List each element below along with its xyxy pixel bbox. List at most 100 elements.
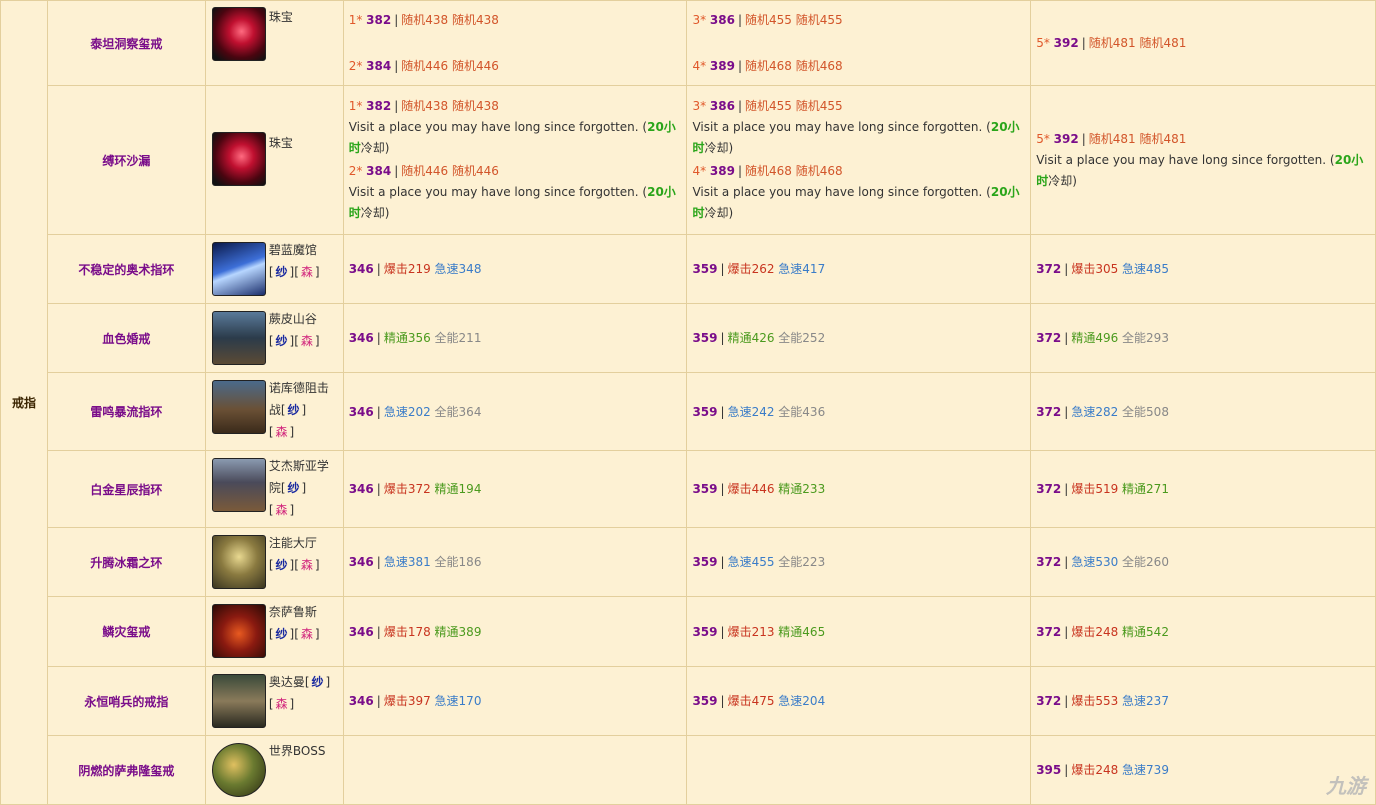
- stat-cell: 346 | 爆击397 急速170: [342, 666, 688, 736]
- upgrade-cell: 3* 386 | 随机455 随机455 4* 389 | 随机468 随机468: [686, 0, 1032, 86]
- tag-link[interactable]: 森: [299, 334, 315, 348]
- stat-cell: 395 | 爆击248 急速739: [1030, 735, 1376, 805]
- tag-link[interactable]: 纱: [286, 481, 302, 495]
- stat-cell: 372 | 精通496 全能293: [1030, 303, 1376, 373]
- item-name[interactable]: 泰坦洞察玺戒: [46, 0, 206, 86]
- tag-link[interactable]: 森: [299, 558, 315, 572]
- source-label[interactable]: 世界BOSS: [269, 744, 326, 758]
- source-cell: 珠宝: [204, 0, 344, 86]
- source-label[interactable]: 珠宝: [269, 136, 293, 150]
- source-cell: 蕨皮山谷[纱][森]: [204, 303, 344, 373]
- upgrade-cell: 1* 382 | 随机438 随机438 2* 384 | 随机446 随机446: [342, 0, 688, 86]
- stat-cell: [686, 735, 1032, 805]
- item-name-label: 阴燃的萨弗隆玺戒: [78, 763, 175, 778]
- item-name[interactable]: 血色婚戒: [46, 303, 206, 373]
- jewel-icon: [211, 7, 266, 61]
- item-name[interactable]: 不稳定的奥术指环: [46, 234, 206, 304]
- item-name-label: 缚环沙漏: [102, 153, 151, 168]
- item-name[interactable]: 雷鸣暴流指环: [46, 372, 206, 451]
- watermark-logo: 九游: [1326, 774, 1366, 798]
- table-row: 升腾冰霜之环 注能大厅[纱][森] 346 | 急速381 全能186 359 | 急速…: [1, 527, 1376, 597]
- category-label: 戒指: [11, 396, 36, 410]
- stat-cell: 372 | 爆击519 精通271: [1030, 450, 1376, 528]
- stat-cell: [342, 735, 688, 805]
- table-row: 白金星辰指环 艾杰斯亚学院[纱][森] 346 | 爆击372 精通194 359 |…: [1, 450, 1376, 528]
- table-row: 阴燃的萨弗隆玺戒 世界BOSS 395 | 爆击248 急速739: [1, 735, 1376, 805]
- item-name-label: 永恒哨兵的戒指: [84, 694, 169, 709]
- stat-cell: 372 | 急速282 全能508: [1030, 372, 1376, 451]
- tag-link[interactable]: 纱: [286, 403, 302, 417]
- source-label[interactable]: 碧蓝魔馆: [269, 243, 317, 257]
- source-cell: 奥达曼[纱][森]: [204, 666, 344, 736]
- source-label[interactable]: 奈萨鲁斯: [269, 605, 317, 619]
- source-cell: 注能大厅[纱][森]: [204, 527, 344, 597]
- source-label[interactable]: 奥达曼: [269, 675, 305, 689]
- stat-cell: 346 | 爆击219 急速348: [342, 234, 688, 304]
- tag-link[interactable]: 森: [274, 697, 290, 711]
- source-cell: 艾杰斯亚学院[纱][森]: [204, 450, 344, 528]
- stat-cell: 346 | 爆击178 精通389: [342, 596, 688, 667]
- tag-link[interactable]: 纱: [310, 675, 326, 689]
- uldaman-icon: [211, 674, 266, 728]
- tag-link[interactable]: 森: [299, 627, 315, 641]
- stat-cell: 359 | 急速242 全能436: [686, 372, 1032, 451]
- item-name[interactable]: 鳞灾玺戒: [46, 596, 206, 667]
- category-cell: 戒指: [0, 0, 48, 805]
- stat-cell: 359 | 爆击475 急速204: [686, 666, 1032, 736]
- item-name-label: 不稳定的奥术指环: [78, 262, 175, 277]
- source-label[interactable]: 珠宝: [269, 10, 293, 24]
- item-name-label: 泰坦洞察玺戒: [90, 36, 163, 51]
- item-name[interactable]: 永恒哨兵的戒指: [46, 666, 206, 736]
- item-name-label: 鳞灾玺戒: [102, 625, 151, 639]
- stat-cell: 372 | 爆击305 急速485: [1030, 234, 1376, 304]
- upgrade-cell: 1* 382 | 随机438 随机438 Visit a place you may…: [342, 85, 688, 235]
- item-name[interactable]: 升腾冰霜之环: [46, 527, 206, 597]
- source-cell: 碧蓝魔馆[纱][森]: [204, 234, 344, 304]
- neltharus-icon: [211, 604, 266, 658]
- source-label[interactable]: 注能大厅: [269, 536, 317, 550]
- item-name[interactable]: 阴燃的萨弗隆玺戒: [46, 735, 206, 805]
- ring-table: 戒指 泰坦洞察玺戒 珠宝 1* 382 | 随机438 随机438 2* 384 | 随…: [0, 0, 1376, 805]
- upgrade-cell: 3* 386 | 随机455 随机455 Visit a place you may…: [686, 85, 1032, 235]
- stat-cell: 359 | 爆击213 精通465: [686, 596, 1032, 667]
- item-name-label: 血色婚戒: [102, 331, 151, 346]
- upgrade-cell: 5* 392 | 随机481 随机481: [1030, 0, 1376, 86]
- table-row: 鳞灾玺戒 奈萨鲁斯[纱][森] 346 | 爆击178 精通389 359 | 爆击21…: [1, 596, 1376, 667]
- stat-cell: 372 | 急速530 全能260: [1030, 527, 1376, 597]
- table-row: 雷鸣暴流指环 诺库德阻击战[纱][森] 346 | 急速202 全能364 359 |…: [1, 372, 1376, 451]
- item-name[interactable]: 白金星辰指环: [46, 450, 206, 528]
- tag-link[interactable]: 纱: [274, 627, 290, 641]
- academy-icon: [211, 458, 266, 512]
- jewel-icon: [211, 132, 266, 186]
- world-boss-icon: [211, 743, 266, 797]
- tag-link[interactable]: 森: [274, 425, 290, 439]
- ruby-valley-icon: [211, 311, 266, 365]
- item-name[interactable]: 缚环沙漏: [46, 85, 206, 235]
- item-name-label: 升腾冰霜之环: [90, 555, 163, 570]
- stat-cell: 359 | 爆击262 急速417: [686, 234, 1032, 304]
- stat-cell: 359 | 精通426 全能252: [686, 303, 1032, 373]
- tag-link[interactable]: 纱: [274, 265, 290, 279]
- stat-cell: 346 | 急速381 全能186: [342, 527, 688, 597]
- stat-cell: 346 | 急速202 全能364: [342, 372, 688, 451]
- stat-cell: 372 | 爆击248 精通542: [1030, 596, 1376, 667]
- stat-cell: 372 | 爆击553 急速237: [1030, 666, 1376, 736]
- upgrade-cell: 5* 392 | 随机481 随机481 Visit a place you may…: [1030, 85, 1376, 235]
- source-cell: 诺库德阻击战[纱][森]: [204, 372, 344, 451]
- stat-cell: 359 | 爆击446 精通233: [686, 450, 1032, 528]
- source-cell: 奈萨鲁斯[纱][森]: [204, 596, 344, 667]
- table-row: 缚环沙漏 珠宝 1* 382 | 随机438 随机438 Visit a place…: [1, 85, 1376, 235]
- nokhud-icon: [211, 380, 266, 434]
- table-row: 不稳定的奥术指环 碧蓝魔馆[纱][森] 346 | 爆击219 急速348 359 |…: [1, 234, 1376, 304]
- tag-link[interactable]: 纱: [274, 334, 290, 348]
- tag-link[interactable]: 纱: [274, 558, 290, 572]
- table-row: 血色婚戒 蕨皮山谷[纱][森] 346 | 精通356 全能211 359 | 精通42…: [1, 303, 1376, 373]
- tag-link[interactable]: 森: [299, 265, 315, 279]
- stat-cell: 359 | 急速455 全能223: [686, 527, 1032, 597]
- table-row: 戒指 泰坦洞察玺戒 珠宝 1* 382 | 随机438 随机438 2* 384 | 随…: [0, 0, 1376, 805]
- source-label[interactable]: 蕨皮山谷: [269, 312, 317, 326]
- azure-vault-icon: [211, 242, 266, 296]
- table-row: 永恒哨兵的戒指 奥达曼[纱][森] 346 | 爆击397 急速170 359 | 爆击…: [1, 666, 1376, 736]
- item-name-label: 白金星辰指环: [90, 482, 163, 497]
- tag-link[interactable]: 森: [274, 503, 290, 517]
